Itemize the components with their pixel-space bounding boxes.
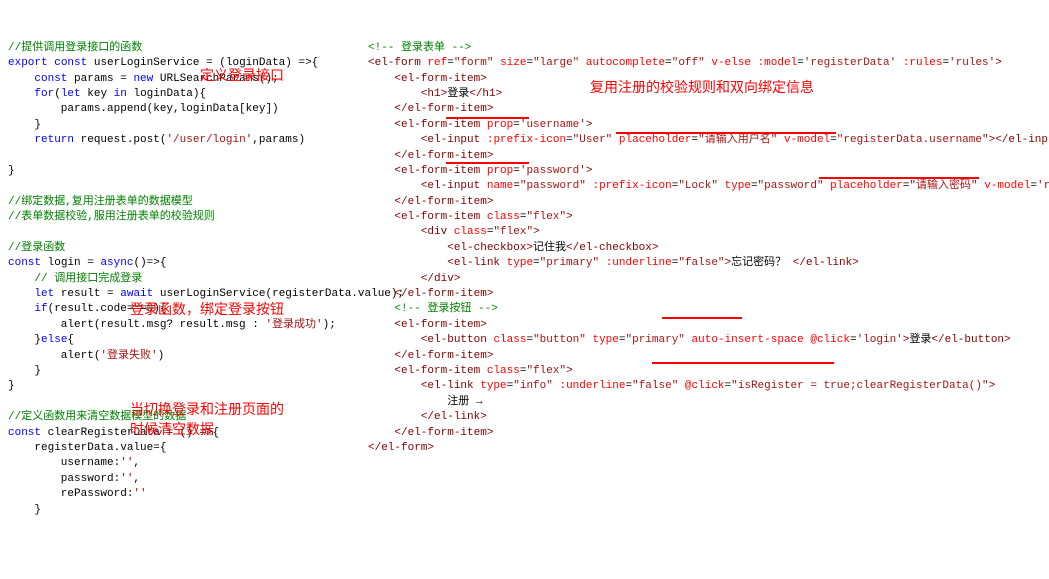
underline-prop-password [446, 162, 529, 164]
annotation-clear-data: 当切换登录和注册页面的时候清空数据 [130, 400, 290, 439]
code-block-left: //提供调用登录接口的函数 export const userLoginServ… [8, 25, 352, 518]
right-code-pane: <!-- 登录表单 --> <el-form ref="form" size="… [360, 0, 1049, 500]
annotation-reuse-rules: 复用注册的校验规则和双向绑定信息 [590, 78, 814, 98]
annotation-define-login-api: 定义登录接口 [200, 66, 284, 86]
annotation-login-function: 登录函数，绑定登录按钮 [130, 300, 284, 320]
underline-click-login [662, 317, 742, 319]
left-code-pane: //提供调用登录接口的函数 export const userLoginServ… [0, 0, 360, 500]
underline-vmodel-username [616, 132, 836, 134]
underline-prop-username [446, 117, 529, 119]
underline-click-clearregister [652, 362, 834, 364]
underline-vmodel-password [819, 177, 979, 179]
